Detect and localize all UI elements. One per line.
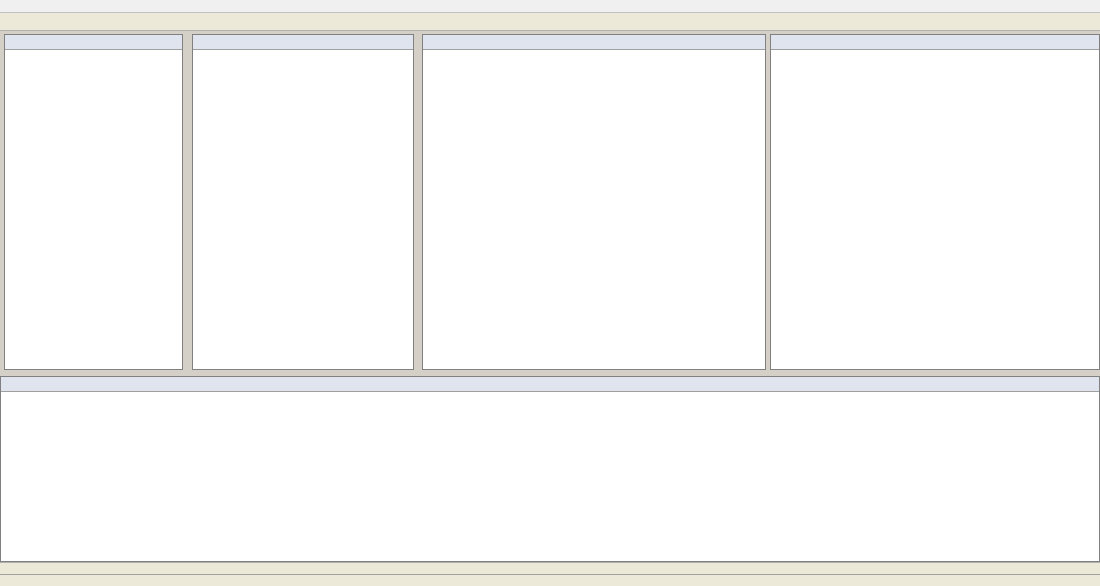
plot-panel-1-content <box>423 50 765 369</box>
status-bar <box>0 574 1100 586</box>
plot-panel-1-titlebar <box>423 35 765 50</box>
log-panel <box>192 34 414 370</box>
goal-plot-titlebar <box>1 377 1099 392</box>
taskbar-tabs <box>0 562 1100 574</box>
plot-panel-1 <box>422 34 766 370</box>
info-content <box>5 50 182 369</box>
toolbar <box>0 13 1100 31</box>
plot-panel-2-content <box>771 50 1099 369</box>
goal-plot-content <box>1 392 1099 561</box>
plot-panel-2-titlebar <box>771 35 1099 50</box>
info-panel <box>4 34 183 370</box>
log-titlebar <box>193 35 413 50</box>
menu-bar <box>0 0 1100 13</box>
goal-plot-panel <box>0 376 1100 562</box>
plot-panel-2 <box>770 34 1100 370</box>
log-content <box>193 50 413 369</box>
info-titlebar <box>5 35 182 50</box>
